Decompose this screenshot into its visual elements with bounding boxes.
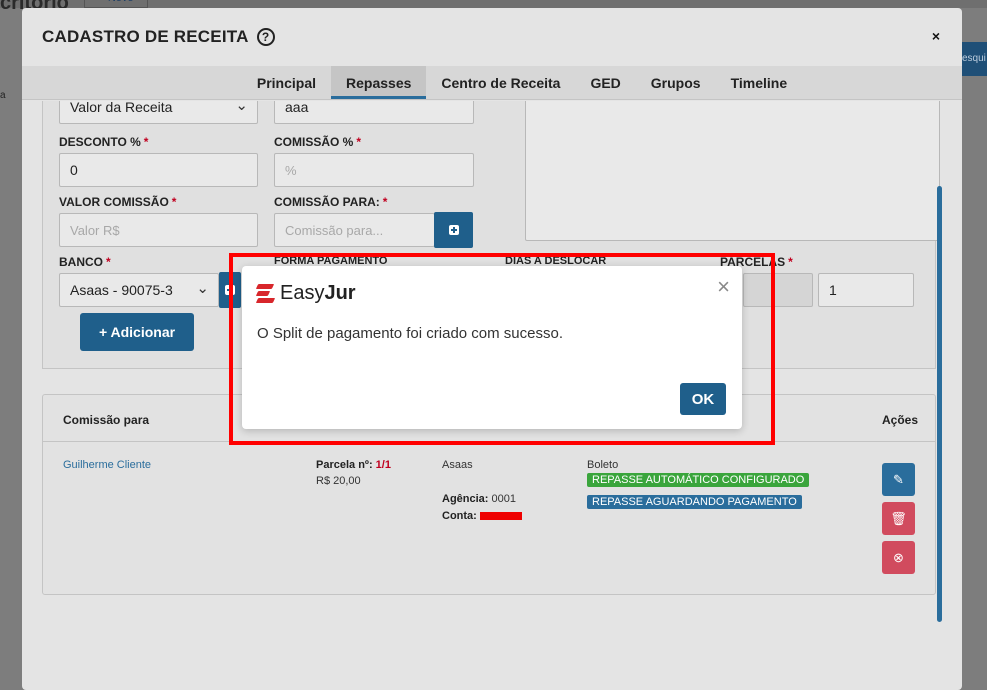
modal-header: CADASTRO DE RECEITA ? ×: [22, 8, 962, 66]
modal-title: CADASTRO DE RECEITA: [42, 27, 249, 46]
banco-label: BANCO *: [59, 255, 111, 269]
plus-square-icon: [448, 225, 459, 235]
row-forma: Boleto: [587, 459, 619, 471]
alert-message: O Split de pagamento foi criado com suce…: [257, 325, 563, 342]
tab-timeline[interactable]: Timeline: [716, 66, 803, 99]
adicionar-button[interactable]: + Adicionar: [80, 313, 194, 351]
background-new-button: + Novo: [84, 0, 148, 8]
edit-button[interactable]: ✎: [882, 463, 915, 496]
valor-comissao-input[interactable]: Valor R$: [59, 213, 258, 247]
tab-centro-de-receita[interactable]: Centro de Receita: [426, 66, 575, 99]
tab-grupos[interactable]: Grupos: [636, 66, 716, 99]
status-badge-configurado: REPASSE AUTOMÁTICO CONFIGURADO: [587, 473, 810, 487]
desconto-label: DESCONTO % *: [59, 135, 149, 149]
trash-icon: 🗑: [890, 510, 907, 526]
easyjur-logo-icon: [255, 283, 276, 305]
comissao-pct-input[interactable]: %: [274, 153, 474, 187]
cancel-button[interactable]: ⊗: [882, 541, 915, 574]
descricao-input[interactable]: aaa: [274, 101, 474, 124]
row-agencia: Agência: 0001: [442, 493, 517, 505]
comissao-para-label: COMISSÃO PARA: *: [274, 195, 388, 209]
alert-close-button[interactable]: ×: [717, 274, 730, 300]
header-acoes: Ações: [882, 413, 919, 427]
header-comissao-para: Comissão para: [63, 413, 150, 427]
tab-repasses[interactable]: Repasses: [331, 66, 427, 99]
row-conta: Conta:: [442, 510, 522, 522]
redacted-account: [479, 512, 522, 521]
valor-comissao-label: VALOR COMISSÃO *: [59, 195, 177, 209]
status-badge-aguardando: REPASSE AGUARDANDO PAGAMENTO: [587, 495, 802, 509]
success-alert: EasyJur × O Split de pagamento foi criad…: [242, 266, 742, 429]
desconto-input[interactable]: 0: [59, 153, 258, 187]
tipo-valor-select[interactable]: Valor da Receita: [59, 101, 258, 124]
parcelas-input[interactable]: 1: [818, 273, 914, 307]
easyjur-wordmark: EasyJur: [280, 282, 356, 304]
delete-button[interactable]: 🗑: [882, 502, 915, 535]
row-nome-link[interactable]: Guilherme Cliente: [63, 459, 151, 471]
observacao-textarea[interactable]: [525, 101, 940, 241]
add-comissionado-button[interactable]: [434, 212, 473, 248]
modal-close-button[interactable]: ×: [932, 28, 940, 44]
tab-principal[interactable]: Principal: [242, 66, 331, 99]
comissao-pct-label: COMISSÃO % *: [274, 135, 362, 149]
background-search-button: esqui: [960, 42, 987, 76]
edit-icon: ✎: [893, 471, 904, 487]
ok-button[interactable]: OK: [680, 383, 726, 415]
banco-select[interactable]: Asaas - 90075-3: [59, 273, 219, 307]
modal-scrollbar[interactable]: [937, 186, 942, 622]
tab-ged[interactable]: GED: [575, 66, 635, 99]
times-circle-icon: ⊗: [893, 549, 904, 565]
comissao-para-input[interactable]: Comissão para...: [274, 213, 435, 247]
background-left-text: a: [0, 90, 6, 101]
easyjur-logo: EasyJur: [255, 282, 356, 305]
background-topbar: [0, 0, 987, 8]
modal-tabs: Principal Repasses Centro de Receita GED…: [22, 66, 962, 100]
row-banco: Asaas: [442, 459, 473, 471]
row-parcela: Parcela nº: 1/1: [316, 459, 391, 471]
row-valor: R$ 20,00: [316, 475, 361, 487]
question-circle-icon[interactable]: ?: [256, 28, 275, 46]
